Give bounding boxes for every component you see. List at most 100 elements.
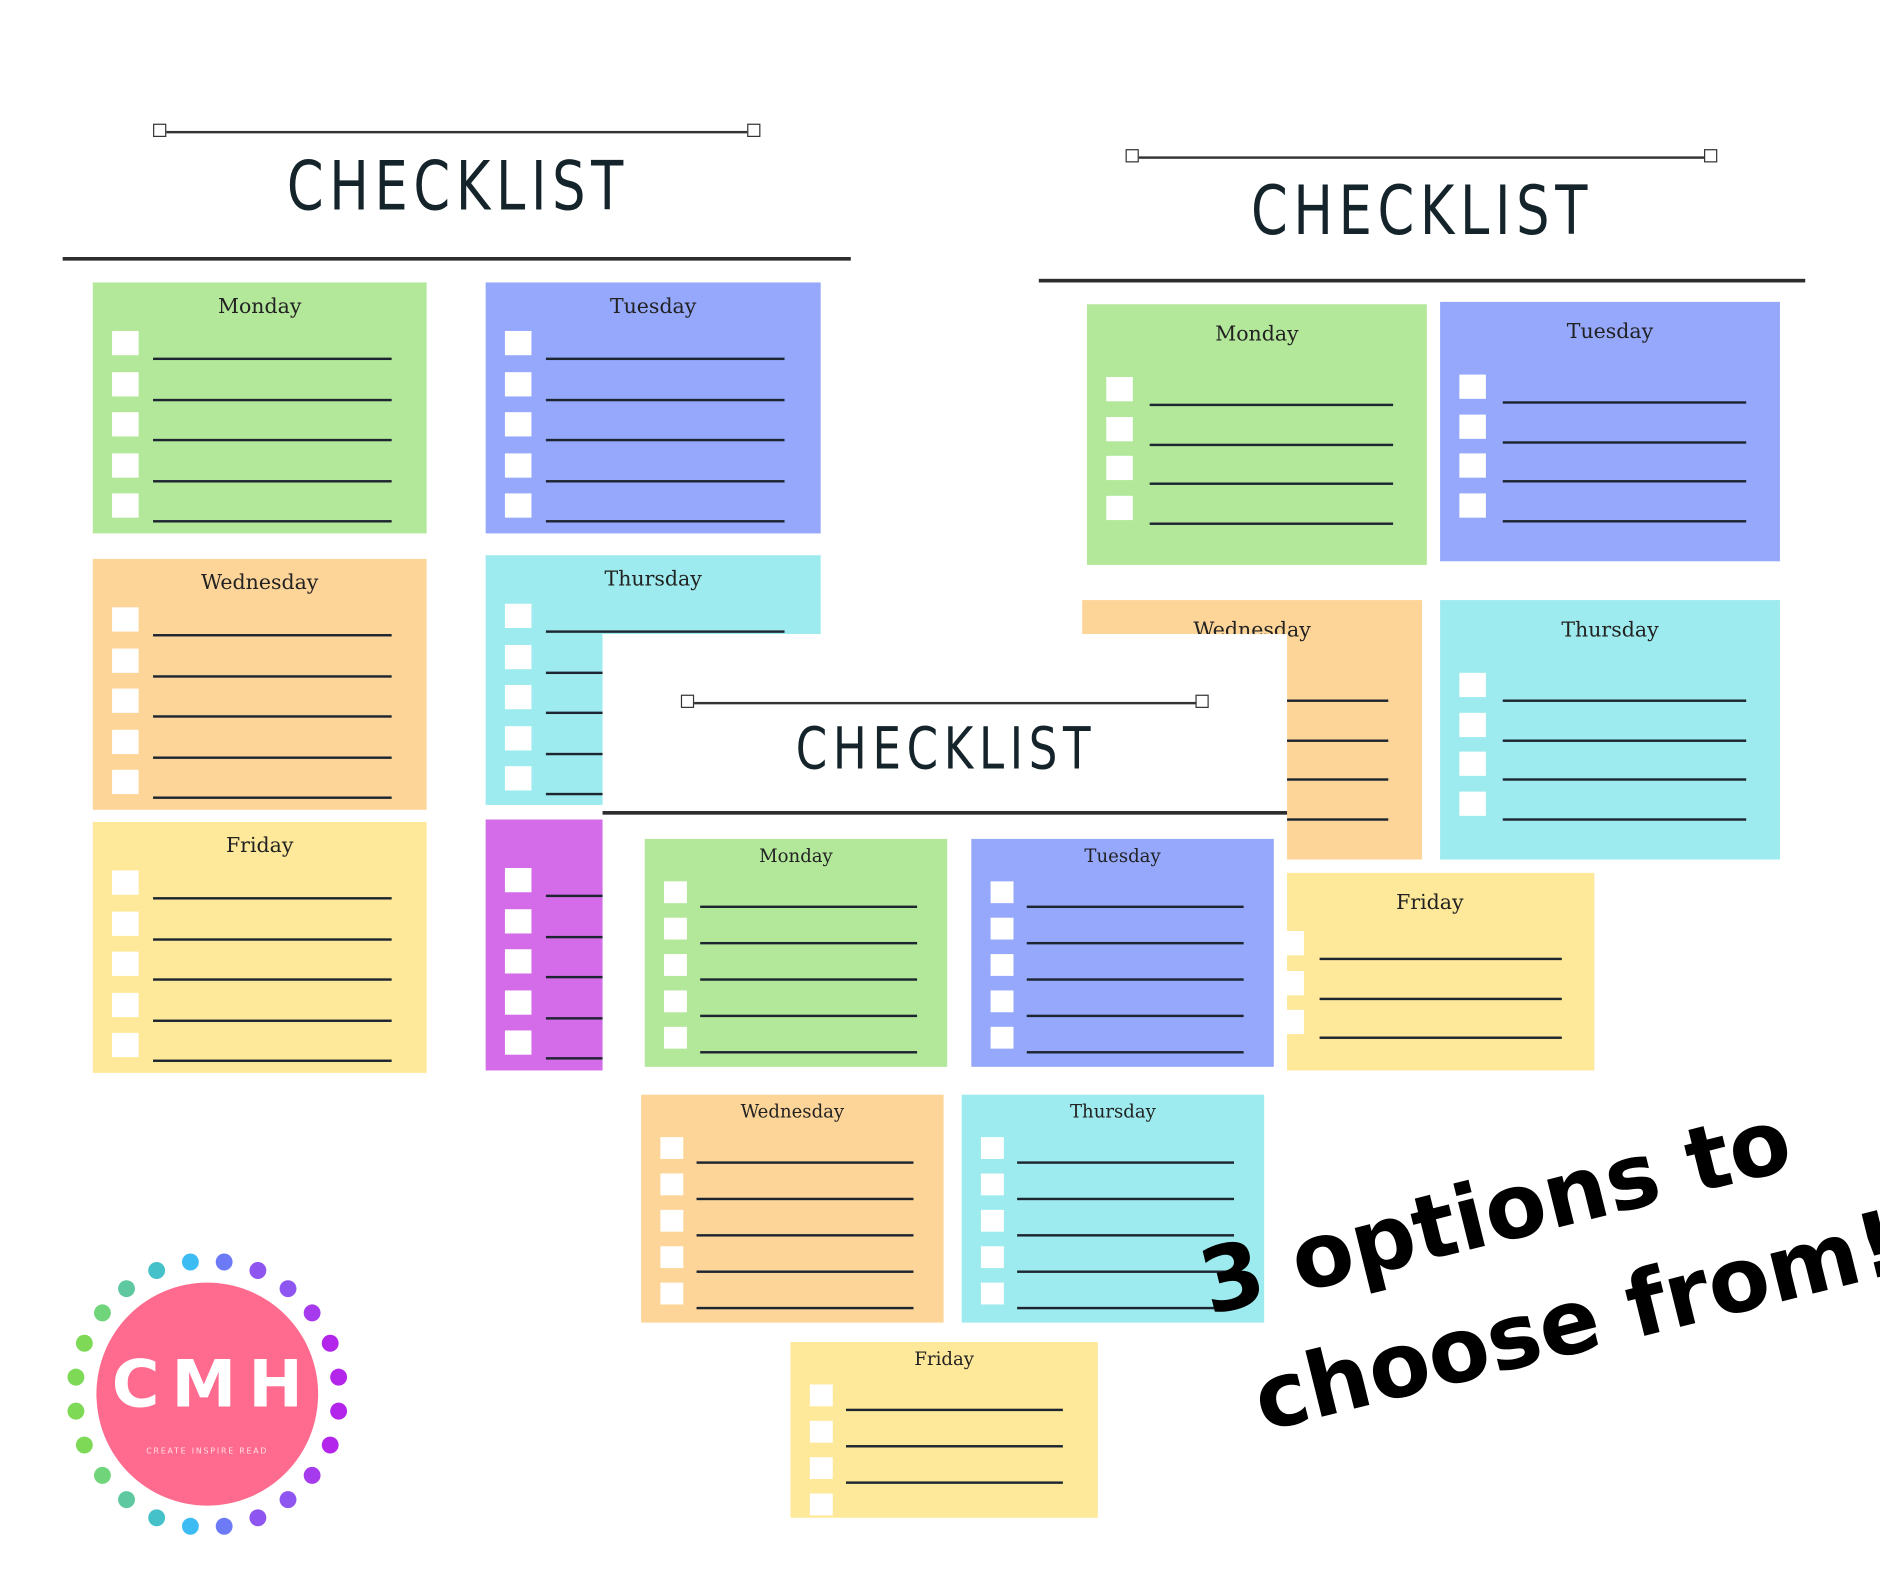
write-line[interactable] bbox=[1502, 440, 1747, 444]
write-line[interactable] bbox=[1026, 978, 1244, 981]
write-line[interactable] bbox=[700, 905, 918, 909]
write-line[interactable] bbox=[1502, 817, 1747, 821]
checkbox[interactable] bbox=[990, 1026, 1014, 1049]
write-line[interactable] bbox=[1502, 519, 1747, 522]
write-line[interactable] bbox=[153, 978, 392, 981]
write-line[interactable] bbox=[696, 1197, 914, 1201]
checkbox[interactable] bbox=[504, 371, 532, 396]
write-line[interactable] bbox=[1149, 521, 1394, 525]
write-line[interactable] bbox=[153, 520, 392, 523]
checkbox[interactable] bbox=[112, 870, 139, 895]
checkbox[interactable] bbox=[1459, 492, 1486, 518]
checkbox[interactable] bbox=[980, 1173, 1004, 1196]
checkbox[interactable] bbox=[1459, 751, 1486, 776]
checkbox[interactable] bbox=[112, 951, 139, 976]
checkbox[interactable] bbox=[809, 1457, 833, 1480]
write-line[interactable] bbox=[696, 1234, 914, 1237]
write-line[interactable] bbox=[545, 438, 785, 442]
checkbox[interactable] bbox=[504, 493, 532, 518]
write-line[interactable] bbox=[1017, 1161, 1235, 1164]
write-line[interactable] bbox=[696, 1306, 914, 1310]
write-line[interactable] bbox=[1502, 480, 1747, 483]
write-line[interactable] bbox=[153, 897, 392, 900]
write-line[interactable] bbox=[545, 479, 785, 482]
checkbox[interactable] bbox=[664, 917, 687, 940]
checkbox[interactable] bbox=[504, 412, 532, 437]
write-line[interactable] bbox=[1026, 1014, 1244, 1018]
checkbox[interactable] bbox=[504, 989, 532, 1015]
checkbox[interactable] bbox=[112, 1032, 139, 1058]
checkbox[interactable] bbox=[664, 990, 687, 1013]
write-line[interactable] bbox=[153, 438, 392, 442]
write-line[interactable] bbox=[153, 357, 392, 361]
checkbox[interactable] bbox=[660, 1209, 684, 1232]
checkbox[interactable] bbox=[1459, 414, 1486, 439]
checkbox[interactable] bbox=[1106, 455, 1133, 481]
write-line[interactable] bbox=[1502, 738, 1747, 742]
write-line[interactable] bbox=[153, 1059, 392, 1062]
write-line[interactable] bbox=[696, 1270, 914, 1273]
write-line[interactable] bbox=[153, 937, 392, 941]
write-line[interactable] bbox=[545, 398, 785, 401]
checkbox[interactable] bbox=[1106, 495, 1133, 520]
write-line[interactable] bbox=[153, 755, 392, 759]
checkbox[interactable] bbox=[112, 493, 139, 518]
checkbox[interactable] bbox=[112, 992, 139, 1017]
checkbox[interactable] bbox=[990, 917, 1014, 940]
checkbox[interactable] bbox=[1106, 377, 1133, 402]
write-line[interactable] bbox=[1026, 905, 1244, 909]
checkbox[interactable] bbox=[809, 1384, 833, 1407]
checkbox[interactable] bbox=[1459, 374, 1486, 399]
checkbox[interactable] bbox=[980, 1209, 1004, 1232]
checkbox[interactable] bbox=[980, 1246, 1004, 1269]
write-line[interactable] bbox=[845, 1481, 1063, 1484]
checkbox[interactable] bbox=[990, 990, 1014, 1013]
write-line[interactable] bbox=[1319, 957, 1562, 961]
checkbox[interactable] bbox=[660, 1137, 684, 1159]
checkbox[interactable] bbox=[112, 371, 139, 396]
checkbox[interactable] bbox=[660, 1282, 684, 1305]
checkbox[interactable] bbox=[112, 769, 139, 795]
write-line[interactable] bbox=[153, 796, 392, 799]
write-line[interactable] bbox=[1149, 403, 1394, 407]
checkbox[interactable] bbox=[504, 868, 532, 893]
checkbox[interactable] bbox=[990, 881, 1014, 904]
checkbox[interactable] bbox=[504, 908, 532, 933]
checkbox[interactable] bbox=[664, 1026, 687, 1049]
checkbox[interactable] bbox=[1459, 453, 1486, 478]
checkbox[interactable] bbox=[664, 881, 687, 904]
write-line[interactable] bbox=[1319, 1036, 1562, 1039]
write-line[interactable] bbox=[700, 941, 918, 945]
checkbox[interactable] bbox=[660, 1246, 684, 1269]
checkbox[interactable] bbox=[504, 330, 532, 356]
checkbox[interactable] bbox=[112, 452, 139, 478]
checkbox[interactable] bbox=[504, 644, 532, 669]
write-line[interactable] bbox=[153, 398, 392, 401]
checkbox[interactable] bbox=[980, 1282, 1004, 1305]
write-line[interactable] bbox=[153, 1018, 392, 1022]
checkbox[interactable] bbox=[504, 452, 532, 478]
checkbox[interactable] bbox=[112, 647, 139, 673]
checkbox[interactable] bbox=[504, 949, 532, 974]
write-line[interactable] bbox=[153, 674, 392, 678]
checkbox[interactable] bbox=[980, 1137, 1004, 1159]
checkbox[interactable] bbox=[809, 1493, 833, 1516]
write-line[interactable] bbox=[1017, 1197, 1235, 1201]
checkbox[interactable] bbox=[504, 725, 532, 750]
write-line[interactable] bbox=[1017, 1306, 1235, 1310]
checkbox[interactable] bbox=[504, 766, 532, 791]
checkbox[interactable] bbox=[112, 729, 139, 754]
checkbox[interactable] bbox=[990, 954, 1014, 976]
checkbox[interactable] bbox=[504, 603, 532, 628]
write-line[interactable] bbox=[1026, 941, 1244, 945]
write-line[interactable] bbox=[153, 715, 392, 718]
checkbox[interactable] bbox=[1459, 791, 1486, 816]
checkbox[interactable] bbox=[112, 607, 139, 632]
write-line[interactable] bbox=[1502, 401, 1747, 404]
write-line[interactable] bbox=[545, 520, 785, 523]
checkbox[interactable] bbox=[504, 1030, 532, 1055]
write-line[interactable] bbox=[845, 1445, 1063, 1448]
checkbox[interactable] bbox=[1459, 712, 1486, 737]
write-line[interactable] bbox=[696, 1161, 914, 1164]
write-line[interactable] bbox=[1319, 997, 1562, 1000]
